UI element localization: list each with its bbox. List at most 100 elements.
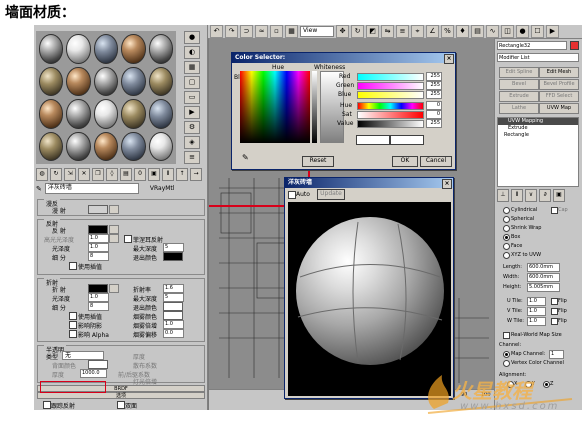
mirror-icon[interactable]: ⇋ — [381, 25, 394, 38]
real-world-checkbox[interactable] — [503, 332, 510, 339]
select-by-material-icon[interactable]: ◈ — [184, 136, 200, 149]
height-input[interactable]: 5.005mm — [527, 283, 560, 292]
exit-color-swatch[interactable] — [163, 252, 183, 261]
hilight-gloss-input[interactable]: 1.0 — [88, 234, 109, 243]
uflip-checkbox[interactable] — [551, 298, 558, 305]
mapping-cylindrical-radio[interactable] — [503, 207, 510, 214]
red-input[interactable]: 255 — [426, 72, 442, 81]
schematic-icon[interactable]: ◫ — [501, 25, 514, 38]
modifier-list-select[interactable]: Modifier List — [497, 53, 579, 62]
material-slot[interactable] — [148, 99, 173, 129]
material-slot[interactable] — [93, 131, 119, 161]
sat-slider[interactable] — [357, 111, 424, 119]
material-slot[interactable] — [39, 99, 64, 129]
pin-stack-icon[interactable]: ⊥ — [497, 189, 509, 202]
max-depth-input[interactable]: 5 — [163, 243, 184, 252]
angle-snap-icon[interactable]: ∠ — [426, 25, 439, 38]
make-preview-icon[interactable]: ▶ — [184, 106, 200, 119]
lathe-button[interactable]: Lathe — [499, 103, 539, 114]
ior-input[interactable]: 1.6 — [163, 284, 184, 293]
mapping-box-radio[interactable] — [503, 234, 510, 241]
show-end-result-icon[interactable]: Ⅱ — [162, 168, 174, 181]
material-slot[interactable] — [93, 34, 119, 64]
use-interp-checkbox[interactable] — [69, 262, 77, 270]
edit-mesh-button[interactable]: Edit Mesh — [539, 67, 579, 78]
mapping-spherical-radio[interactable] — [503, 216, 510, 223]
material-slot[interactable] — [66, 34, 91, 64]
material-slot[interactable] — [66, 131, 91, 161]
refr-subdivs-input[interactable]: 8 — [88, 302, 109, 311]
go-forward-icon[interactable]: → — [190, 168, 202, 181]
material-slot[interactable] — [121, 34, 146, 64]
refr-gloss-input[interactable]: 1.0 — [88, 293, 109, 302]
go-to-parent-icon[interactable]: ↑ — [176, 168, 188, 181]
refr-use-interp-checkbox[interactable] — [69, 312, 77, 320]
vertex-color-radio[interactable] — [503, 360, 510, 367]
make-unique-icon[interactable]: ◊ — [106, 168, 118, 181]
percent-snap-icon[interactable]: % — [441, 25, 454, 38]
material-editor-icon[interactable]: ● — [516, 25, 529, 38]
thickness-input[interactable]: 1000.0 — [80, 369, 107, 378]
fog-color-swatch[interactable] — [163, 311, 183, 320]
eyedropper-icon[interactable]: ✎ — [36, 185, 42, 193]
put-to-library-icon[interactable]: ▤ — [120, 168, 132, 181]
render-setup-icon[interactable]: ☐ — [531, 25, 544, 38]
hue-spectrum[interactable] — [240, 71, 310, 143]
refract-color-swatch[interactable] — [88, 284, 108, 293]
back-color-swatch[interactable] — [88, 360, 108, 369]
diffuse-map-button[interactable] — [109, 205, 119, 214]
get-material-icon[interactable]: ◍ — [36, 168, 48, 181]
cap-checkbox[interactable] — [551, 207, 558, 214]
ok-button[interactable]: OK — [392, 156, 418, 167]
reflect-color-swatch[interactable] — [88, 225, 108, 234]
vflip-checkbox[interactable] — [551, 308, 558, 315]
reset-button[interactable]: Reset — [302, 156, 334, 167]
make-unique-stack-icon[interactable]: ∨ — [525, 189, 537, 202]
blue-slider[interactable] — [357, 91, 424, 99]
options-header[interactable]: 选项 — [37, 392, 205, 399]
double-sided-checkbox[interactable] — [117, 401, 125, 409]
fog-bias-input[interactable]: 0.0 — [163, 329, 184, 338]
move-icon[interactable]: ✥ — [336, 25, 349, 38]
copy-material-icon[interactable]: ❐ — [92, 168, 104, 181]
vtile-input[interactable]: 1.0 — [527, 307, 546, 316]
lock-button[interactable] — [109, 234, 119, 243]
material-slot[interactable] — [148, 66, 173, 96]
update-button[interactable]: Update — [317, 189, 345, 200]
green-slider[interactable] — [357, 82, 424, 90]
redo-icon[interactable]: ↷ — [225, 25, 238, 38]
video-check-icon[interactable]: ▭ — [184, 91, 200, 104]
material-slot[interactable] — [121, 131, 146, 161]
curve-editor-icon[interactable]: ∿ — [486, 25, 499, 38]
material-slot[interactable] — [39, 34, 64, 64]
blue-input[interactable]: 255 — [426, 90, 442, 99]
select-region-icon[interactable]: ▦ — [285, 25, 298, 38]
bevel-button[interactable]: Bevel — [499, 79, 539, 90]
uvw-map-button[interactable]: UVW Map — [539, 103, 579, 114]
eyedropper-color-icon[interactable]: ✎ — [242, 153, 249, 162]
select-object-icon[interactable]: ▫ — [270, 25, 283, 38]
cancel-button[interactable]: Cancel — [420, 156, 452, 167]
length-input[interactable]: 600.0mm — [527, 263, 560, 272]
show-end-result-stack-icon[interactable]: Ⅱ — [511, 189, 523, 202]
value-slider[interactable] — [357, 120, 424, 128]
background-icon[interactable]: ▦ — [184, 61, 200, 74]
material-slot[interactable] — [66, 66, 91, 96]
refract-map-button[interactable] — [109, 284, 119, 293]
assign-material-icon[interactable]: ⇲ — [64, 168, 76, 181]
shadows-checkbox[interactable] — [69, 321, 77, 329]
wtile-input[interactable]: 1.0 — [527, 317, 546, 326]
material-slot[interactable] — [121, 99, 146, 129]
map-channel-radio[interactable] — [503, 351, 510, 358]
reflect-map-button[interactable] — [109, 225, 119, 234]
hue-input[interactable]: 0 — [426, 101, 442, 110]
mapping-face-radio[interactable] — [503, 243, 510, 250]
material-name-field[interactable]: 洋灰砖墙 — [44, 183, 139, 194]
affect-alpha-checkbox[interactable] — [69, 330, 77, 338]
align-icon[interactable]: ≡ — [396, 25, 409, 38]
translucency-type-select[interactable]: 无 — [62, 351, 104, 360]
preview-close-icon[interactable]: × — [442, 179, 452, 189]
map-channel-input[interactable]: 1 — [549, 350, 564, 359]
material-effects-icon[interactable]: 0 — [134, 168, 146, 181]
material-slot[interactable] — [39, 66, 64, 96]
